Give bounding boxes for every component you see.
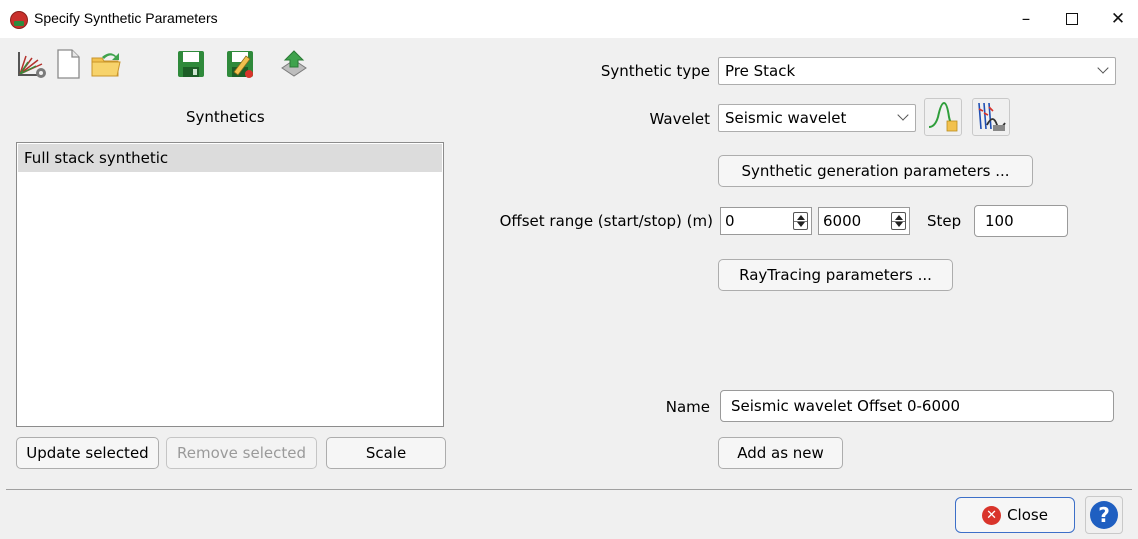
close-circle-icon: ✕	[982, 505, 1002, 525]
synthetics-heading: Synthetics	[186, 108, 265, 126]
synthetic-type-label: Synthetic type	[600, 62, 710, 80]
offset-stop-value: 6000	[823, 212, 862, 230]
maximize-button[interactable]	[1049, 0, 1095, 38]
new-document-icon[interactable]	[52, 48, 84, 80]
title-bar: Specify Synthetic Parameters – ✕	[0, 0, 1138, 38]
spin-arrows-icon[interactable]	[793, 212, 808, 230]
footer-separator	[6, 489, 1132, 490]
app-logo-icon	[10, 11, 28, 29]
minimize-button[interactable]: –	[1003, 0, 1049, 38]
wavelet-editor-button[interactable]	[924, 98, 962, 136]
wavelet-value: Seismic wavelet	[725, 109, 847, 127]
spin-arrows-icon[interactable]	[891, 212, 906, 230]
synthetic-type-dropdown[interactable]: Pre Stack	[718, 57, 1116, 85]
name-input[interactable]: Seismic wavelet Offset 0-6000	[720, 390, 1114, 422]
close-button[interactable]: ✕ Close	[955, 497, 1075, 533]
chevron-down-icon	[1097, 62, 1109, 74]
wavelet-label: Wavelet	[649, 110, 710, 128]
step-label: Step	[927, 212, 962, 230]
window-close-button[interactable]: ✕	[1095, 0, 1138, 38]
wavelet-extraction-icon	[978, 102, 1006, 131]
help-button[interactable]: ?	[1085, 496, 1123, 534]
wavelet-editor-icon	[928, 101, 958, 132]
minimize-icon: –	[1021, 9, 1031, 29]
maximize-icon	[1066, 13, 1078, 25]
synthetic-generation-parameters-button[interactable]: Synthetic generation parameters ...	[718, 155, 1033, 187]
name-label: Name	[665, 398, 710, 416]
close-button-label: Close	[1007, 506, 1048, 524]
export-green-arrow-icon[interactable]	[278, 48, 310, 80]
offset-start-spinbox[interactable]: 0	[720, 207, 812, 235]
wavelet-dropdown[interactable]: Seismic wavelet	[718, 104, 916, 132]
list-item[interactable]: Full stack synthetic	[18, 144, 442, 172]
synthetic-generate-icon[interactable]	[16, 48, 48, 80]
step-input[interactable]: 100	[974, 205, 1068, 237]
raytracing-parameters-button[interactable]: RayTracing parameters ...	[718, 259, 953, 291]
offset-stop-spinbox[interactable]: 6000	[818, 207, 910, 235]
add-as-new-button[interactable]: Add as new	[718, 437, 843, 469]
save-disk-icon[interactable]	[175, 48, 207, 80]
synthetics-list[interactable]: Full stack synthetic	[16, 142, 444, 427]
update-selected-button[interactable]: Update selected	[16, 437, 159, 469]
wavelet-extraction-button[interactable]	[972, 98, 1010, 136]
scale-button[interactable]: Scale	[326, 437, 446, 469]
open-folder-icon[interactable]	[90, 48, 122, 80]
window-title: Specify Synthetic Parameters	[34, 10, 218, 26]
remove-selected-button[interactable]: Remove selected	[166, 437, 317, 469]
offset-start-value: 0	[725, 212, 735, 230]
synthetic-type-value: Pre Stack	[725, 62, 796, 80]
chevron-down-icon	[897, 109, 909, 121]
help-question-icon: ?	[1090, 501, 1118, 529]
offset-range-label: Offset range (start/stop) (m)	[499, 212, 713, 230]
save-as-disk-icon[interactable]	[224, 48, 256, 80]
close-icon: ✕	[1110, 9, 1126, 29]
